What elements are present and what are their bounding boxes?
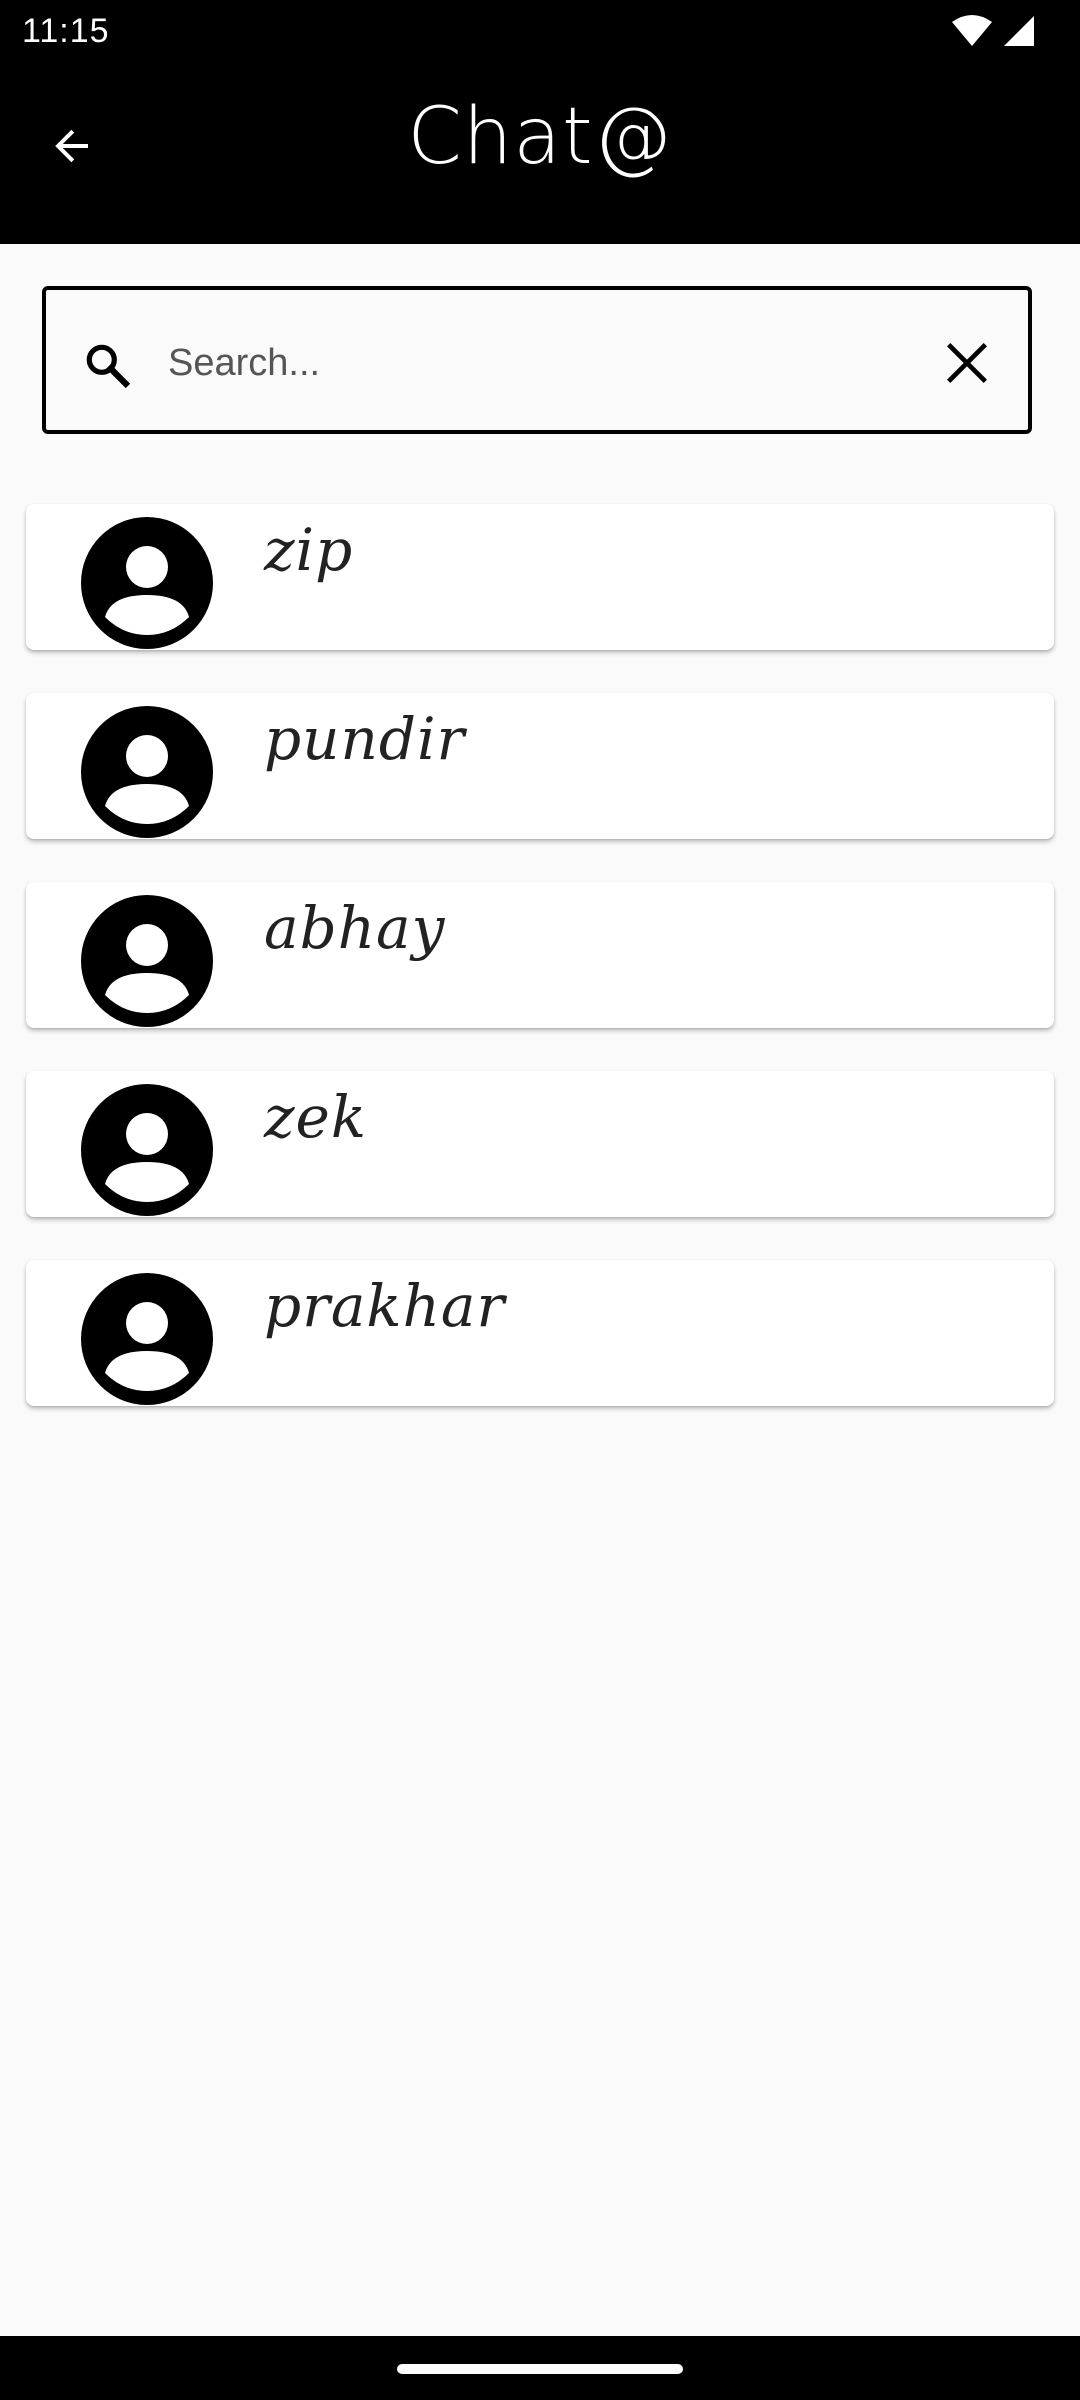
search-icon — [86, 344, 131, 389]
account-circle-icon — [81, 895, 213, 1027]
close-icon[interactable] — [942, 338, 992, 388]
home-indicator[interactable] — [397, 2364, 683, 2374]
account-circle-icon — [81, 517, 213, 649]
search-bar[interactable] — [42, 286, 1032, 434]
navigation-bar — [0, 2336, 1080, 2400]
contact-item[interactable]: zip — [26, 504, 1054, 650]
account-circle-icon — [81, 1273, 213, 1405]
contact-item[interactable]: pundir — [26, 693, 1054, 839]
status-icons — [952, 14, 1036, 48]
account-circle-icon — [81, 706, 213, 838]
signal-icon — [1004, 16, 1034, 46]
app-title: Chat@ — [407, 92, 673, 182]
contact-item[interactable]: prakhar — [26, 1260, 1054, 1406]
account-circle-icon — [81, 1084, 213, 1216]
wifi-icon — [952, 15, 992, 46]
contact-item[interactable]: zek — [26, 1071, 1054, 1217]
search-input[interactable] — [166, 326, 930, 400]
contact-name: prakhar — [264, 1272, 506, 1340]
status-bar: 11:15 — [0, 0, 1080, 64]
contact-item[interactable]: abhay — [26, 882, 1054, 1028]
status-time: 11:15 — [22, 12, 110, 50]
contact-name: zip — [264, 516, 354, 584]
contact-name: zek — [264, 1083, 368, 1151]
contact-name: pundir — [264, 705, 466, 773]
contact-list: zip pundir abhay zek prakhar — [26, 504, 1054, 1449]
contact-name: abhay — [264, 894, 446, 962]
app-bar: Chat@ — [0, 64, 1080, 244]
